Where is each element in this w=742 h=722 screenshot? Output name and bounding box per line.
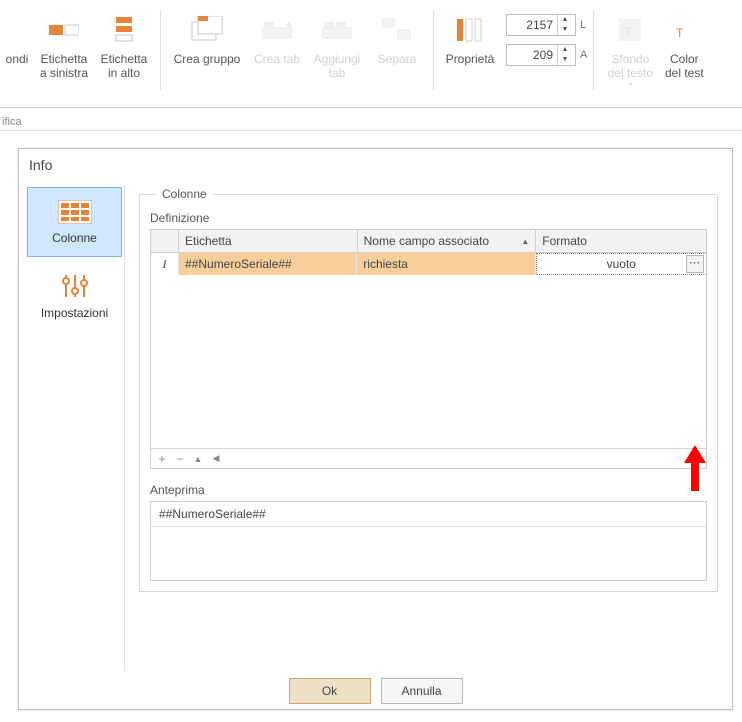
hide-button-partial[interactable]: ondi: [0, 8, 34, 66]
height-spinbox[interactable]: ▲▼: [506, 44, 576, 66]
preview-header: ##NumeroSeriale##: [151, 502, 706, 527]
text-background-button: T Sfondo del testo ▾: [600, 8, 660, 89]
add-tab-icon: [322, 12, 352, 48]
cell-format[interactable]: vuoto ⋯: [536, 253, 706, 275]
height-input[interactable]: [507, 48, 557, 62]
columns-fieldset: Colonne Definizione Etichetta Nome campo…: [139, 187, 718, 592]
remove-row-button[interactable]: −: [173, 452, 187, 466]
unit-a: A: [580, 49, 587, 61]
sliders-icon: [60, 273, 90, 302]
text-color-button[interactable]: T Color del test: [660, 8, 708, 80]
cell-label[interactable]: ##NumeroSeriale##: [179, 253, 357, 275]
cell-field[interactable]: richiesta: [357, 253, 535, 275]
preview-label: Anteprima: [150, 483, 707, 497]
svg-text:T: T: [676, 26, 684, 40]
width-input[interactable]: [507, 18, 557, 32]
unit-l: L: [580, 19, 586, 31]
svg-text:✦: ✦: [284, 20, 292, 32]
spin-down-icon[interactable]: ▼: [558, 55, 572, 65]
format-browse-button[interactable]: ⋯: [686, 255, 704, 273]
create-tab-icon: ✦: [262, 12, 292, 48]
ok-button[interactable]: Ok: [289, 678, 371, 704]
label-left-icon: [49, 12, 79, 48]
sort-asc-icon: ▲: [521, 237, 529, 246]
grid-col-marker: [151, 230, 179, 252]
tab-columns[interactable]: Colonne: [27, 187, 122, 257]
separate-icon: [382, 12, 412, 48]
grid-col-label[interactable]: Etichetta: [179, 230, 358, 252]
grid-col-format[interactable]: Formato: [536, 230, 706, 252]
add-tab-button: Aggiungi tab: [307, 8, 367, 80]
label-top-icon: [114, 12, 134, 48]
side-tabs: Colonne Impostazioni: [25, 185, 125, 671]
add-row-button[interactable]: +: [155, 452, 169, 466]
separate-button: Separa: [367, 8, 427, 66]
scroll-left-button[interactable]: ◀: [209, 453, 223, 464]
create-group-button[interactable]: Crea gruppo: [167, 8, 247, 66]
columns-legend: Colonne: [156, 187, 213, 201]
text-color-icon: T: [671, 12, 697, 48]
properties-icon: [457, 12, 483, 48]
size-spinners: ▲▼ L ▲▼ A: [506, 8, 587, 66]
definition-grid: Etichetta Nome campo associato▲ Formato …: [150, 229, 707, 469]
tab-settings[interactable]: Impostazioni: [27, 261, 122, 331]
move-up-button[interactable]: ▲: [191, 454, 205, 464]
width-spinbox[interactable]: ▲▼: [506, 14, 576, 36]
row-marker: I: [151, 253, 179, 275]
label-left-button[interactable]: Etichetta a sinistra: [34, 8, 94, 80]
definition-label: Definizione: [150, 211, 707, 225]
spin-up-icon[interactable]: ▲: [558, 45, 572, 55]
ribbon: ondi Etichetta a sinistra Etichetta in a…: [0, 0, 742, 108]
svg-text:T: T: [624, 25, 632, 39]
info-dialog: Info Colonne Impostazioni Colonne Defini…: [18, 148, 733, 710]
dialog-title: Info: [19, 149, 732, 181]
table-row[interactable]: I ##NumeroSeriale## richiesta vuoto ⋯: [151, 253, 706, 275]
grid-col-field[interactable]: Nome campo associato▲: [358, 230, 537, 252]
properties-button[interactable]: Proprietà: [440, 8, 500, 66]
create-tab-button: ✦ Crea tab: [247, 8, 307, 66]
scroll-right-button[interactable]: ▶: [688, 453, 702, 464]
tab-settings-label: Impostazioni: [41, 306, 108, 320]
tab-columns-label: Colonne: [52, 231, 97, 245]
spin-down-icon[interactable]: ▼: [558, 25, 572, 35]
label-top-button[interactable]: Etichetta in alto: [94, 8, 154, 80]
grid-footer: + − ▲ ◀ ▶: [151, 448, 706, 468]
cancel-button[interactable]: Annulla: [381, 678, 463, 704]
columns-icon: [58, 200, 92, 227]
spin-up-icon[interactable]: ▲: [558, 15, 572, 25]
create-group-icon: [190, 12, 224, 48]
ribbon-group-caption: ifica: [2, 116, 22, 128]
cell-format-value: vuoto: [607, 257, 636, 271]
text-background-icon: T: [617, 12, 643, 48]
preview-box: ##NumeroSeriale##: [150, 501, 707, 581]
